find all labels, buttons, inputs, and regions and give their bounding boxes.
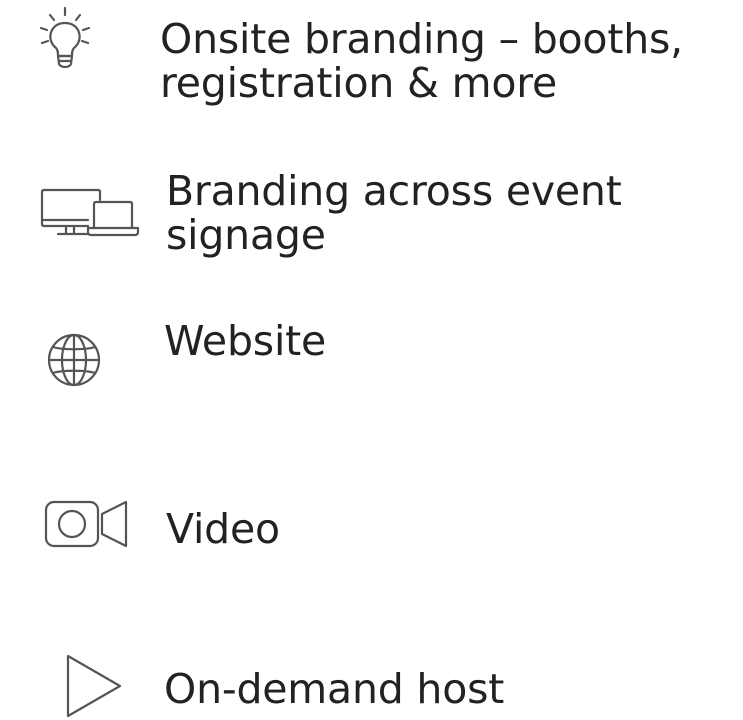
globe-icon <box>46 332 102 388</box>
devices-icon <box>40 188 140 244</box>
feature-label-line2: signage <box>166 211 326 259</box>
lightbulb-icon <box>36 6 94 76</box>
play-icon <box>66 654 124 720</box>
feature-label-line1: On-demand host <box>164 665 505 713</box>
feature-label-line1: Website <box>164 317 327 365</box>
video-camera-icon <box>44 496 130 552</box>
feature-list: Onsite branding – booths, registration &… <box>0 0 743 718</box>
feature-label-line1: Video <box>166 505 280 553</box>
feature-label-line2: registration & more <box>160 59 557 107</box>
